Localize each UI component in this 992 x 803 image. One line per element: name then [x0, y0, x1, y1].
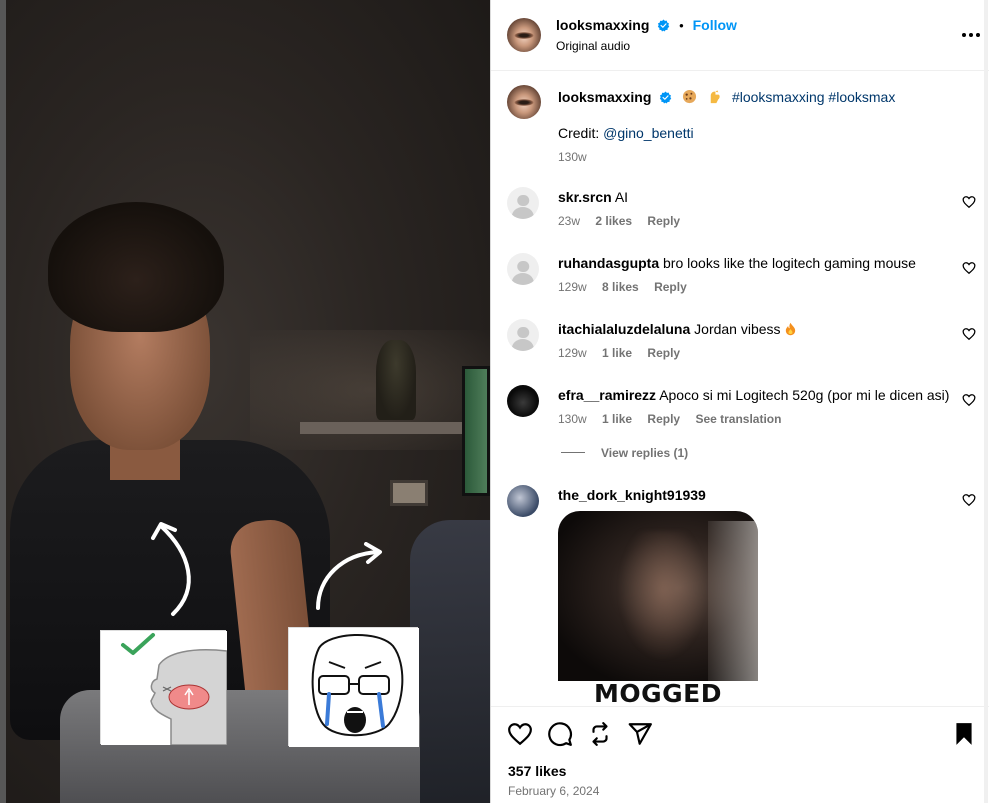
comment-text: bro looks like the logitech gaming mouse — [663, 255, 916, 271]
verified-badge-icon — [660, 91, 672, 104]
view-replies-label: View replies (1) — [601, 446, 689, 460]
view-replies-button[interactable]: View replies (1) — [561, 446, 688, 460]
comment-body: skr.srcn AI — [558, 189, 628, 205]
shelf — [300, 422, 470, 434]
heart-icon[interactable] — [507, 721, 533, 747]
comment-text: Jordan vibess — [694, 321, 781, 337]
photo-avatar[interactable] — [507, 485, 539, 517]
flexed-arm-emoji — [710, 90, 720, 104]
comment-username[interactable]: the_dork_knight91939 — [558, 487, 706, 503]
curved-arrow-icon — [151, 522, 191, 616]
post-detail-panel: looksmaxxing • Follow Original audio loo… — [490, 0, 989, 803]
comment-body: ruhandasgupta bro looks like the logitec… — [558, 255, 916, 271]
heart-icon[interactable] — [962, 261, 976, 275]
heart-icon[interactable] — [962, 195, 976, 209]
tv-screen — [462, 366, 490, 496]
backdrop-strip — [0, 0, 6, 803]
comment-username[interactable]: efra__ramirezz — [558, 387, 656, 403]
comment-age: 129w — [558, 346, 587, 360]
reel-video[interactable] — [0, 0, 490, 803]
caption-author-avatar[interactable] — [507, 85, 541, 119]
comment-age: 23w — [558, 214, 581, 228]
curved-arrow-icon — [316, 542, 382, 610]
crying-face-icon — [289, 628, 419, 747]
credit-mention-link[interactable]: @gino_benetti — [603, 125, 694, 141]
default-avatar[interactable] — [507, 187, 539, 219]
default-avatar[interactable] — [507, 319, 539, 351]
author-line: looksmaxxing • Follow — [556, 17, 737, 33]
comment-text: AI — [614, 189, 629, 205]
cookie-emoji — [683, 89, 697, 104]
default-avatar[interactable] — [507, 253, 539, 285]
comment-age: 130w — [558, 412, 587, 426]
post-header: looksmaxxing • Follow Original audio — [491, 0, 989, 71]
gif-caption: MOGGED — [594, 679, 722, 708]
scrollbar[interactable] — [984, 0, 988, 803]
caption-line: looksmaxxing #looksmaxxing #looksmax — [558, 89, 895, 105]
comment-likes[interactable]: 1 like — [602, 412, 632, 426]
reply-button[interactable]: Reply — [647, 214, 680, 228]
comment-body: itachialaluzdelaluna Jordan vibess — [558, 321, 797, 337]
crying-wojak-sticker — [288, 627, 419, 747]
heart-icon[interactable] — [962, 327, 976, 341]
verified-badge-icon — [658, 19, 670, 32]
bookmark-icon[interactable] — [951, 721, 977, 747]
dark-avatar[interactable] — [507, 385, 539, 417]
mouth-diagram-icon — [101, 631, 228, 746]
likes-count[interactable]: 357 likes — [508, 763, 566, 779]
blurred-arm — [410, 520, 490, 803]
separator-dot: • — [679, 18, 684, 33]
picture-frame — [390, 480, 428, 506]
comment-text: Apoco si mi Logitech 520g (por mi le dic… — [659, 387, 950, 403]
comment-likes[interactable]: 8 likes — [602, 280, 639, 294]
caption-age: 130w — [558, 150, 587, 164]
audio-label[interactable]: Original audio — [556, 39, 630, 53]
comment-body: the_dork_knight91939 — [558, 487, 706, 503]
caption-hashtags[interactable]: #looksmaxxing #looksmax — [732, 89, 895, 105]
more-options-icon[interactable] — [959, 26, 983, 44]
comment-meta: 129w 8 likes Reply — [558, 280, 687, 294]
fire-emoji — [786, 322, 796, 336]
caption-author-username[interactable]: looksmaxxing — [558, 89, 651, 105]
author-avatar[interactable] — [507, 18, 541, 52]
comment-gif[interactable] — [558, 511, 758, 681]
follow-button[interactable]: Follow — [693, 17, 737, 33]
heart-icon[interactable] — [962, 393, 976, 407]
comment-meta: 130w 1 like Reply See translation — [558, 412, 781, 426]
comment-likes[interactable]: 2 likes — [595, 214, 632, 228]
comment-username[interactable]: ruhandasgupta — [558, 255, 659, 271]
plant — [376, 340, 416, 420]
comment-body: efra__ramirezz Apoco si mi Logitech 520g… — [558, 387, 949, 403]
heart-icon[interactable] — [962, 493, 976, 507]
credit-label: Credit: — [558, 125, 600, 141]
comment-icon[interactable] — [547, 721, 573, 747]
reply-button[interactable]: Reply — [654, 280, 687, 294]
reply-button[interactable]: Reply — [647, 412, 680, 426]
comment-age: 129w — [558, 280, 587, 294]
comment-meta: 129w 1 like Reply — [558, 346, 680, 360]
comment-username[interactable]: itachialaluzdelaluna — [558, 321, 690, 337]
comment-meta: 23w 2 likes Reply — [558, 214, 680, 228]
share-icon[interactable] — [587, 721, 613, 747]
replies-divider — [561, 452, 585, 453]
person-hair — [48, 202, 224, 332]
author-username[interactable]: looksmaxxing — [556, 17, 649, 33]
see-translation-button[interactable]: See translation — [695, 412, 781, 426]
comment-username[interactable]: skr.srcn — [558, 189, 612, 205]
comment-likes[interactable]: 1 like — [602, 346, 632, 360]
caption-credit: Credit: @gino_benetti — [558, 125, 694, 141]
post-date: February 6, 2024 — [508, 784, 600, 798]
send-icon[interactable] — [627, 721, 653, 747]
tongue-posture-sticker — [100, 630, 228, 746]
reply-button[interactable]: Reply — [647, 346, 680, 360]
action-bar: 357 likes February 6, 2024 — [491, 706, 989, 803]
